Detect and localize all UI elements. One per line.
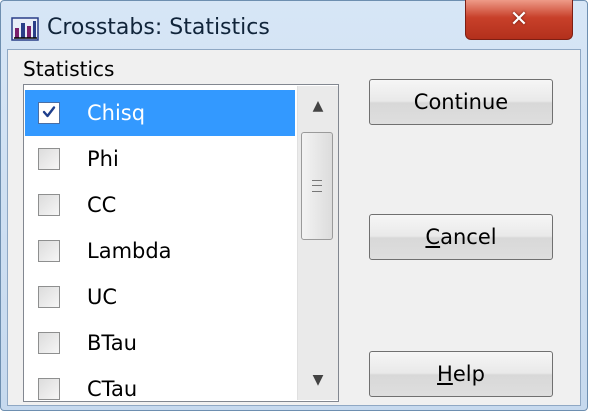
scroll-thumb[interactable] bbox=[301, 132, 333, 240]
cancel-accelerator: C bbox=[425, 225, 441, 249]
app-icon bbox=[11, 15, 39, 43]
cancel-button-label: ancel bbox=[440, 225, 497, 249]
list-item-checkbox[interactable] bbox=[38, 194, 60, 216]
list-item-checkbox[interactable] bbox=[38, 332, 60, 354]
close-button[interactable]: ✕ bbox=[465, 0, 573, 40]
help-button-label: elp bbox=[452, 362, 485, 386]
list-item-checkbox[interactable] bbox=[38, 240, 60, 262]
continue-button-label: Continue bbox=[413, 90, 509, 114]
window-title: Crosstabs: Statistics bbox=[47, 15, 270, 40]
statistics-listbox[interactable]: Chisq Phi CC Lambda UC BTau CTau ▲ ▼ bbox=[23, 84, 339, 402]
scroll-up-button[interactable]: ▲ bbox=[298, 86, 338, 126]
list-item-label: BTau bbox=[87, 331, 137, 355]
list-item-checkbox[interactable] bbox=[38, 102, 60, 124]
title-bar[interactable]: Crosstabs: Statistics ✕ bbox=[1, 0, 587, 51]
list-item[interactable]: Phi bbox=[25, 136, 295, 182]
list-item-label: CTau bbox=[87, 377, 138, 401]
help-accelerator: H bbox=[437, 362, 453, 386]
dialog-window: Crosstabs: Statistics ✕ Statistics Chisq… bbox=[0, 0, 588, 411]
list-item[interactable]: BTau bbox=[25, 320, 295, 366]
list-item-label: Chisq bbox=[87, 101, 146, 125]
close-icon: ✕ bbox=[509, 7, 529, 32]
arrow-up-icon: ▲ bbox=[312, 98, 324, 114]
list-item-checkbox[interactable] bbox=[38, 286, 60, 308]
help-button[interactable]: Help bbox=[369, 351, 553, 397]
continue-button[interactable]: Continue bbox=[369, 79, 553, 125]
checkmark-icon bbox=[42, 106, 56, 118]
arrow-down-icon: ▼ bbox=[312, 372, 324, 388]
statistics-group-label: Statistics bbox=[23, 57, 115, 81]
grip-icon bbox=[312, 180, 322, 192]
list-item-label: Phi bbox=[87, 147, 119, 171]
list-item[interactable]: CC bbox=[25, 182, 295, 228]
listbox-scrollbar[interactable]: ▲ ▼ bbox=[297, 86, 338, 400]
list-item-label: Lambda bbox=[87, 239, 172, 263]
list-item-checkbox[interactable] bbox=[38, 148, 60, 170]
list-item-label: CC bbox=[87, 193, 117, 217]
list-item[interactable]: Lambda bbox=[25, 228, 295, 274]
list-item[interactable]: CTau bbox=[25, 366, 295, 401]
scroll-down-button[interactable]: ▼ bbox=[298, 360, 338, 400]
list-item-label: UC bbox=[87, 285, 118, 309]
list-item[interactable]: UC bbox=[25, 274, 295, 320]
list-item[interactable]: Chisq bbox=[25, 90, 295, 136]
list-item-checkbox[interactable] bbox=[38, 378, 60, 400]
cancel-button[interactable]: Cancel bbox=[369, 214, 553, 260]
